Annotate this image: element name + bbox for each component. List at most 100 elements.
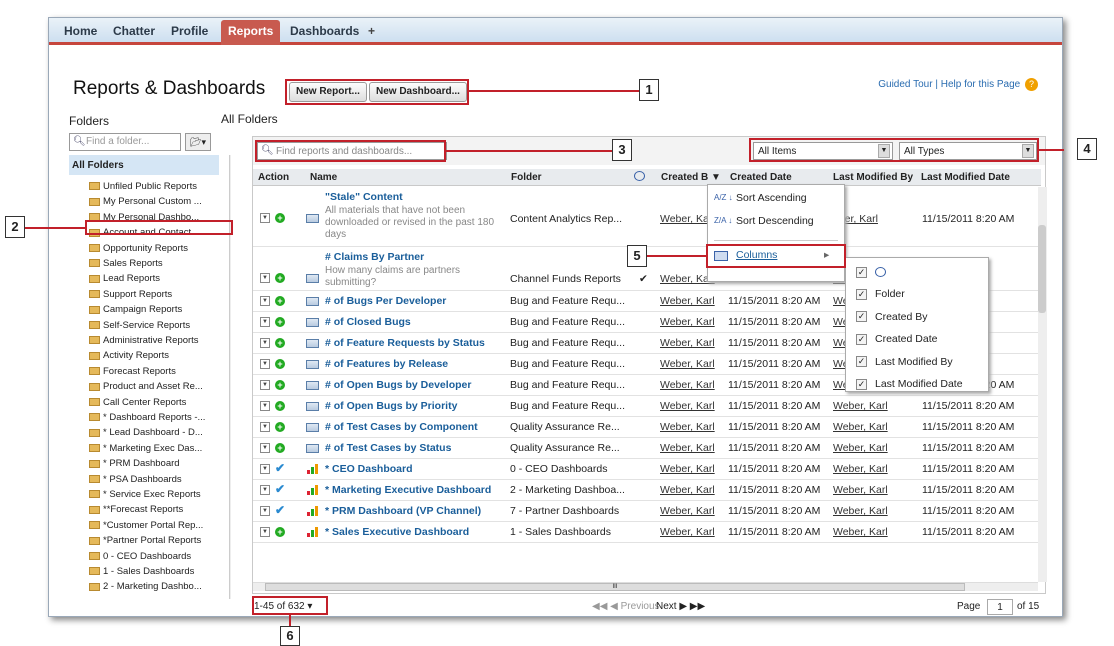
folder-item[interactable]: * Lead Dashboard - D... bbox=[89, 427, 225, 440]
item-name-link[interactable]: * CEO Dashboard bbox=[325, 463, 413, 475]
column-name[interactable]: Name bbox=[310, 172, 337, 183]
add-icon[interactable]: + bbox=[275, 527, 285, 537]
add-icon[interactable]: + bbox=[275, 359, 285, 369]
item-name-link[interactable]: # of Test Cases by Component bbox=[325, 421, 478, 433]
table-row[interactable]: ▼ ✔ * Marketing Executive Dashboard 2 - Mar… bbox=[253, 480, 1038, 501]
table-row[interactable]: ▼ + # of Open Bugs by Priority Bug and Feat… bbox=[253, 396, 1038, 417]
checkmark-icon[interactable]: ✔ bbox=[275, 461, 285, 475]
sort-descending-item[interactable]: Sort Descending bbox=[736, 215, 814, 227]
list-horizontal-scrollbar[interactable]: III bbox=[253, 582, 1038, 591]
row-action-menu-icon[interactable]: ▼ bbox=[260, 359, 270, 369]
column-toggle-item[interactable]: ✓ Last Modified Date bbox=[856, 378, 963, 390]
list-scroll-thumb[interactable] bbox=[1038, 225, 1046, 313]
created-by-link[interactable]: Weber, Karl bbox=[660, 379, 715, 391]
column-toggle-item[interactable]: ✓ Last Modified By bbox=[856, 356, 953, 368]
table-row[interactable]: ▼ + "Stale" Content All materials that have… bbox=[253, 187, 1038, 247]
column-last-modified-by[interactable]: Last Modified By bbox=[833, 172, 913, 183]
row-action-menu-icon[interactable]: ▼ bbox=[260, 380, 270, 390]
page-number-input[interactable]: 1 bbox=[987, 599, 1013, 615]
created-by-link[interactable]: Weber, Karl bbox=[660, 295, 715, 307]
folder-item[interactable]: *Partner Portal Reports bbox=[89, 535, 225, 548]
folder-item[interactable]: Campaign Reports bbox=[89, 304, 225, 317]
folder-item[interactable]: 2 - Marketing Dashbo... bbox=[89, 581, 225, 594]
item-name-link[interactable]: * Marketing Executive Dashboard bbox=[325, 484, 491, 496]
folder-item[interactable]: 1 - Sales Dashboards bbox=[89, 566, 225, 579]
guided-tour-link[interactable]: Guided Tour bbox=[878, 79, 932, 90]
row-action-menu-icon[interactable]: ▼ bbox=[260, 401, 270, 411]
row-action-menu-icon[interactable]: ▼ bbox=[260, 422, 270, 432]
modified-by-link[interactable]: Weber, Karl bbox=[833, 421, 888, 433]
item-name-link[interactable]: # of Bugs Per Developer bbox=[325, 295, 446, 307]
created-by-link[interactable]: Weber, Karl bbox=[660, 526, 715, 538]
checkbox-icon[interactable]: ✓ bbox=[856, 333, 867, 345]
folder-item[interactable]: * PSA Dashboards bbox=[89, 474, 225, 487]
column-created-date[interactable]: Created Date bbox=[730, 172, 792, 183]
column-created-by[interactable]: Created B ▼ bbox=[661, 172, 721, 183]
folder-item[interactable]: My Personal Custom ... bbox=[89, 196, 225, 209]
modified-by-link[interactable]: Weber, Karl bbox=[833, 526, 888, 538]
modified-by-link[interactable]: Weber, Karl bbox=[833, 484, 888, 496]
checkmark-icon[interactable]: ✔ bbox=[275, 482, 285, 496]
row-action-menu-icon[interactable]: ▼ bbox=[260, 213, 270, 223]
modified-by-link[interactable]: Weber, Karl bbox=[833, 463, 888, 475]
modified-by-link[interactable]: Weber, Karl bbox=[833, 505, 888, 517]
created-by-link[interactable]: Weber, Karl bbox=[660, 358, 715, 370]
row-action-menu-icon[interactable]: ▼ bbox=[260, 296, 270, 306]
item-name-link[interactable]: # Claims By Partner bbox=[325, 251, 424, 263]
sort-ascending-item[interactable]: Sort Ascending bbox=[736, 192, 807, 204]
item-name-link[interactable]: # of Feature Requests by Status bbox=[325, 337, 485, 349]
checkbox-icon[interactable]: ✓ bbox=[856, 288, 867, 300]
checkbox-icon[interactable]: ✓ bbox=[856, 356, 867, 368]
folder-item[interactable]: Sales Reports bbox=[89, 258, 225, 271]
column-folder[interactable]: Folder bbox=[511, 172, 542, 183]
row-action-menu-icon[interactable]: ▼ bbox=[260, 506, 270, 516]
item-name-link[interactable]: * Sales Executive Dashboard bbox=[325, 526, 469, 538]
tab-profile[interactable]: Profile bbox=[171, 24, 208, 38]
folder-item[interactable]: * Dashboard Reports -... bbox=[89, 412, 225, 425]
folder-item[interactable]: 0 - CEO Dashboards bbox=[89, 551, 225, 564]
add-icon[interactable]: + bbox=[275, 422, 285, 432]
column-action[interactable]: Action bbox=[258, 172, 289, 183]
folder-item[interactable]: Activity Reports bbox=[89, 350, 225, 363]
table-row[interactable]: ▼ + # of Test Cases by Component Quality As… bbox=[253, 417, 1038, 438]
folder-item[interactable]: Support Reports bbox=[89, 289, 225, 302]
folder-search-input[interactable]: 🔍︎ Find a folder... bbox=[69, 133, 181, 151]
folder-item[interactable]: Administrative Reports bbox=[89, 335, 225, 348]
add-icon[interactable]: + bbox=[275, 401, 285, 411]
folder-item[interactable]: Lead Reports bbox=[89, 273, 225, 286]
column-toggle-subscribe[interactable]: ✓ bbox=[856, 266, 886, 278]
folder-actions-button[interactable]: 📂︎▾ bbox=[185, 133, 211, 151]
folder-item[interactable]: *Customer Portal Rep... bbox=[89, 520, 225, 533]
checkbox-icon[interactable]: ✓ bbox=[856, 378, 867, 390]
created-by-link[interactable]: Weber, Karl bbox=[660, 400, 715, 412]
add-icon[interactable]: + bbox=[275, 338, 285, 348]
item-name-link[interactable]: * PRM Dashboard (VP Channel) bbox=[325, 505, 481, 517]
item-name-link[interactable]: # of Open Bugs by Priority bbox=[325, 400, 457, 412]
checkmark-icon[interactable]: ✔ bbox=[275, 503, 285, 517]
row-action-menu-icon[interactable]: ▼ bbox=[260, 527, 270, 537]
folder-item[interactable]: Forecast Reports bbox=[89, 366, 225, 379]
row-action-menu-icon[interactable]: ▼ bbox=[260, 317, 270, 327]
column-last-modified-date[interactable]: Last Modified Date bbox=[921, 172, 1010, 183]
list-scrollbar[interactable] bbox=[1038, 187, 1047, 582]
add-icon[interactable]: + bbox=[275, 213, 285, 223]
horizontal-scroll-thumb[interactable]: III bbox=[265, 583, 965, 591]
created-by-link[interactable]: Weber, Karl bbox=[660, 484, 715, 496]
created-by-link[interactable]: Weber, Karl bbox=[660, 421, 715, 433]
tab-chatter[interactable]: Chatter bbox=[113, 24, 155, 38]
folder-item[interactable]: Self-Service Reports bbox=[89, 320, 225, 333]
column-toggle-item[interactable]: ✓ Created By bbox=[856, 311, 928, 323]
folder-item[interactable]: Unfiled Public Reports bbox=[89, 181, 225, 194]
folder-item[interactable]: * PRM Dashboard bbox=[89, 458, 225, 471]
help-icon[interactable]: ? bbox=[1025, 78, 1038, 91]
item-name-link[interactable]: # of Closed Bugs bbox=[325, 316, 411, 328]
row-action-menu-icon[interactable]: ▼ bbox=[260, 485, 270, 495]
item-name-link[interactable]: # of Test Cases by Status bbox=[325, 442, 451, 454]
created-by-link[interactable]: Weber, Karl bbox=[660, 316, 715, 328]
modified-by-link[interactable]: Weber, Karl bbox=[833, 442, 888, 454]
tab-reports[interactable]: Reports bbox=[221, 20, 281, 45]
table-row[interactable]: ▼ + * Sales Executive Dashboard 1 - Sales D… bbox=[253, 522, 1038, 543]
checkbox-icon[interactable]: ✓ bbox=[856, 311, 867, 323]
previous-page-button[interactable]: ◀◀ ◀ Previous bbox=[592, 601, 660, 612]
tab-dashboards[interactable]: Dashboards bbox=[290, 24, 359, 38]
